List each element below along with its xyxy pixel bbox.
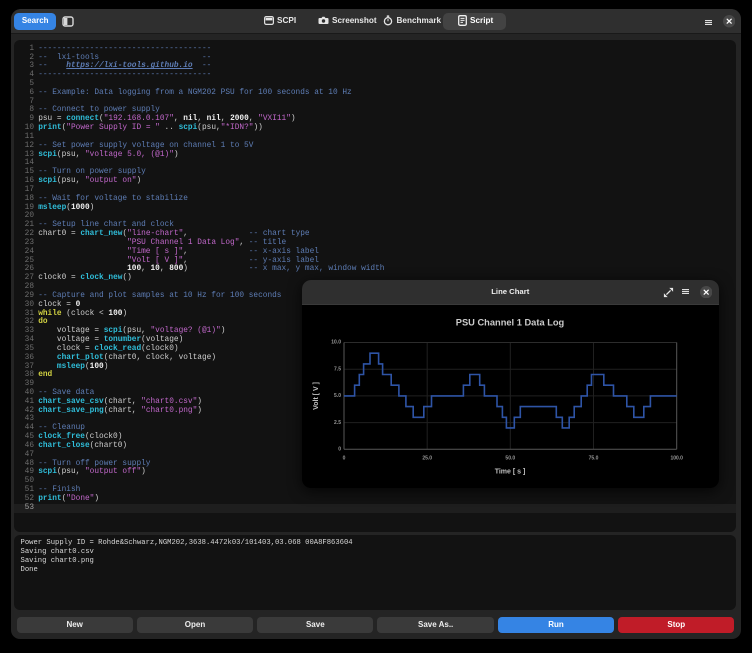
svg-text:75.0: 75.0 [589,456,599,462]
svg-text:25.0: 25.0 [422,456,432,462]
svg-text:Time [ s ]: Time [ s ] [495,468,526,475]
svg-text:10.0: 10.0 [331,340,341,346]
svg-text:PSU Channel 1 Data Log: PSU Channel 1 Data Log [456,318,565,328]
svg-text:Volt [ V ]: Volt [ V ] [313,382,320,410]
svg-text:7.5: 7.5 [334,366,341,372]
svg-text:100.0: 100.0 [670,456,683,462]
svg-text:5.0: 5.0 [334,393,341,399]
svg-text:0: 0 [343,456,346,462]
svg-text:50.0: 50.0 [505,456,515,462]
svg-text:2.5: 2.5 [334,420,341,426]
svg-text:0: 0 [338,447,341,453]
